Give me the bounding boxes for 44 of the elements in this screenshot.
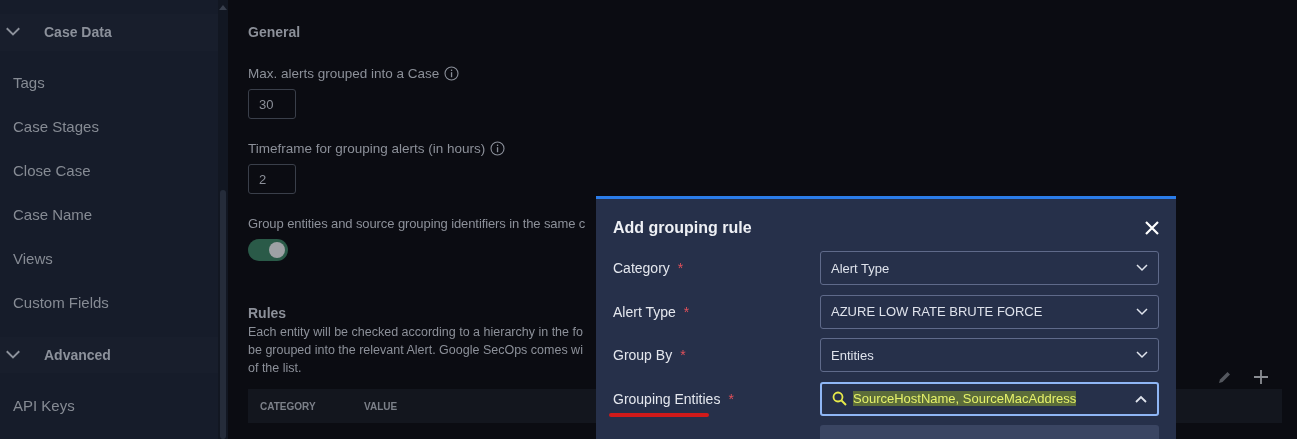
chevron-icon [4, 27, 22, 38]
field-label: Grouping Entities [613, 390, 721, 407]
dialog-title: Add grouping rule [613, 219, 752, 237]
scrollbar[interactable] [218, 0, 228, 439]
sidebar-item[interactable]: Close Case [0, 148, 218, 193]
field-label: Category [613, 260, 670, 276]
number-input[interactable]: 30 [248, 89, 296, 119]
dropdown[interactable]: Alert Type [820, 251, 1159, 285]
column-header: VALUE [364, 400, 399, 412]
required-asterisk: * [677, 260, 684, 276]
chevron-icon [1136, 264, 1148, 272]
required-asterisk: * [680, 347, 686, 363]
info-icon[interactable] [444, 66, 460, 81]
chevron-icon [1136, 351, 1148, 359]
rules-description: Each entity will be checked according to a hierarchy in the fo be grouped into the relevant Alert. Google SecOps comes wi of the list. [248, 324, 583, 377]
search-field[interactable]: SourceHostName, SourceMacAddress [820, 381, 1159, 416]
chevron-icon [1135, 394, 1147, 403]
section-heading: General [248, 24, 301, 40]
sidebar-item[interactable]: Case Stages [0, 104, 218, 149]
toggle-label: Group entities and source grouping identifiers in the same c [248, 216, 586, 231]
field-value: SourceHostName, SourceMacAddress [853, 391, 1077, 406]
dropdown[interactable]: AZURE LOW RATE BRUTE FORCE [820, 294, 1159, 329]
sidebar-item[interactable]: API Keys [0, 383, 218, 427]
chevron-icon [4, 349, 22, 360]
sidebar-item[interactable]: Case Name [0, 192, 218, 237]
column-header: CATEGORY [260, 400, 317, 412]
required-asterisk: * [683, 303, 690, 320]
section-heading: Rules [248, 305, 287, 321]
field-label: Max. alerts grouped into a Case [248, 66, 440, 81]
info-icon[interactable] [490, 141, 506, 156]
field-label: Timeframe for grouping alerts (in hours) [248, 141, 486, 156]
number-input[interactable]: 2 [248, 164, 296, 194]
search-icon [832, 391, 847, 406]
pencil-icon[interactable] [1218, 370, 1232, 384]
required-asterisk: * [728, 390, 734, 407]
field-label: Alert Type [613, 303, 676, 320]
chevron-icon [1136, 307, 1148, 316]
toggle-switch[interactable] [248, 239, 288, 261]
sidebar-item[interactable]: Custom Fields [0, 280, 218, 325]
add-icon[interactable] [1254, 370, 1268, 384]
dropdown[interactable]: Entities [820, 338, 1159, 372]
sidebar-item[interactable]: Views [0, 236, 218, 281]
field-label: Group By [613, 347, 673, 363]
sidebar-item[interactable]: Tags [0, 60, 218, 105]
